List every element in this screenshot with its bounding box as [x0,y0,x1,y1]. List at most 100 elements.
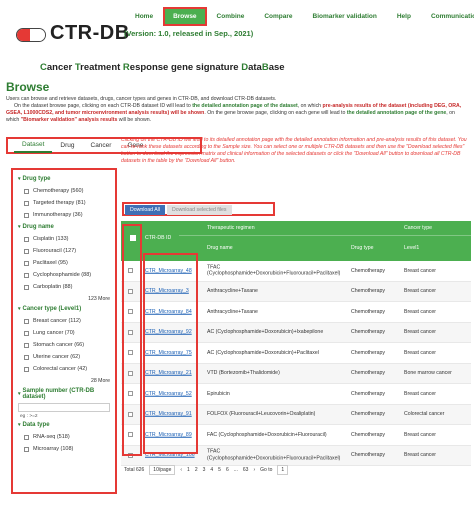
filter-option-label: Targeted therapy (81) [33,200,86,206]
page-number[interactable]: 2 [195,467,198,473]
cancer-type-cell: Breast cancer [404,308,437,315]
header-drug-type: Drug type [351,245,374,251]
nav-compare[interactable]: Compare [254,13,302,20]
chevron-down-icon: ▾ [18,176,21,182]
checkbox[interactable] [24,446,29,452]
filter-option[interactable]: Chemotherapy (560) [24,188,110,194]
chevron-down-icon: ▾ [18,422,21,428]
filter-option[interactable]: Targeted therapy (81) [24,200,110,206]
filter-option[interactable]: Colorectal cancer (42) [24,366,110,372]
filter-option[interactable]: Carboplatin (88) [24,284,110,290]
cancer-type-cell: Breast cancer [404,329,437,335]
filter-option[interactable]: Stomach cancer (66) [24,342,110,348]
checkbox[interactable] [24,200,29,206]
prev-page-icon[interactable]: ‹ [180,467,182,473]
filter-option-label: Immunotherapy (36) [33,212,83,218]
chevron-down-icon: ▾ [18,306,21,312]
checkbox[interactable] [24,284,29,290]
filter-option-label: RNA-seq (518) [33,434,70,440]
checkbox[interactable] [24,366,29,372]
checkbox[interactable] [24,342,29,348]
checkbox[interactable] [24,248,29,254]
filter-option[interactable]: Cyclophosphamide (88) [24,272,110,278]
filter-option[interactable]: Fluorouracil (127) [24,248,110,254]
checkbox[interactable] [24,188,29,194]
filter-group-sample-number[interactable]: ▾ Sample number (CTR-DB dataset) [18,388,110,400]
cancer-type-cell: Breast cancer [404,452,437,458]
drug-name-cell: TFAC (Cyclophosphamide+Doxorubicin+Fluor… [207,264,341,277]
drug-type-cell: Chemotherapy [351,267,386,274]
page-number[interactable]: 6 [226,467,229,473]
filter-group-drug-name[interactable]: ▾ Drug name [18,224,110,230]
page-number[interactable]: ... [234,467,238,473]
checkbox[interactable] [24,330,29,336]
filter-group-title: Cancer type (Level1) [22,306,82,312]
filter-sidebar: ▾ Drug type Chemotherapy (560) Targeted the… [11,168,117,494]
header-level1: Level1 [404,245,420,251]
sample-number-input[interactable] [18,403,110,412]
checkbox[interactable] [24,212,29,218]
download-buttons: Download All Download selected files [122,202,275,216]
filter-option[interactable]: Breast cancer (112) [24,318,110,324]
filter-group-cancer-type[interactable]: ▾ Cancer type (Level1) [18,306,110,312]
drug-name-cell: AC (Cyclophosphamide+Doxorubicin)+Paclit… [207,349,319,356]
filter-group-title: Data type [22,422,50,428]
tab-dataset[interactable]: Dataset [14,138,53,153]
more-link[interactable]: 28 More [18,378,110,384]
filter-option[interactable]: Cisplatin (133) [24,236,110,242]
more-link[interactable]: 123 More [18,296,110,302]
drug-type-cell: Chemotherapy [351,411,386,417]
pill-icon [16,28,46,42]
header-drug-name: Drug name [207,245,233,251]
checkbox[interactable] [24,236,29,242]
page-number[interactable]: 3 [203,467,206,473]
checkbox[interactable] [24,260,29,266]
nav-home[interactable]: Home [125,13,163,20]
drug-type-cell: Chemotherapy [351,329,386,335]
filter-option-label: Carboplatin (88) [33,284,73,290]
nav-communication[interactable]: Communication [421,13,474,20]
goto-label: Go to [260,467,273,473]
tab-drug[interactable]: Drug [52,139,82,152]
filter-option[interactable]: Paclitaxel (95) [24,260,110,266]
filter-option[interactable]: Immunotherapy (36) [24,212,110,218]
nav-help[interactable]: Help [387,13,421,20]
sample-number-hint: eg : >=2 [20,414,38,419]
tab-cancer[interactable]: Cancer [83,139,120,152]
filter-group-data-type[interactable]: ▾ Data type [18,422,110,428]
pagination: Total 626 10/page ‹ 1 2 3 4 5 6... 63 › Go to 1 [124,465,464,475]
page-number[interactable]: 4 [210,467,213,473]
checkbox[interactable] [24,318,29,324]
drug-name-cell: Anthracycline+Taxane [207,308,258,315]
filter-group-drug-type[interactable]: ▾ Drug type [18,176,110,182]
filter-option[interactable]: Microarray (108) [24,446,110,452]
chevron-down-icon: ▾ [18,391,21,397]
filter-option[interactable]: Lung cancer (70) [24,330,110,336]
page-number[interactable]: 1 [187,467,190,473]
filter-option[interactable]: Uterine cancer (62) [24,354,110,360]
nav-combine[interactable]: Combine [207,13,255,20]
cancer-type-cell: Breast cancer [404,390,437,397]
nav-biomarker-validation[interactable]: Biomarker validation [303,13,387,20]
header-id[interactable]: CTR-DB ID [145,235,171,241]
filter-group-title: Sample number (CTR-DB dataset) [22,388,95,400]
next-page-icon[interactable]: › [253,467,255,473]
page-number[interactable]: 63 [243,467,249,473]
checkbox[interactable] [24,434,29,440]
filter-option-label: Paclitaxel (95) [33,260,68,266]
drug-name-cell: TFAC (Cyclophosphamide+Doxorubicin+Fluor… [207,448,341,462]
download-all-button[interactable]: Download All [125,205,165,215]
checkbox[interactable] [24,354,29,360]
nav-browse[interactable]: Browse [163,6,207,26]
goto-input[interactable]: 1 [277,465,289,475]
page-title: Browse [6,80,50,94]
page-number[interactable]: 5 [218,467,221,473]
site-subtitle: Cancer Treatment Response gene signature… [40,62,285,73]
drug-type-cell: Chemotherapy [351,370,386,376]
checkbox[interactable] [24,272,29,278]
cancer-type-cell: Breast cancer [404,349,437,356]
filter-option[interactable]: RNA-seq (518) [24,434,110,440]
drug-name-cell: VTD (Bortezomib+Thalidomide) [207,370,280,376]
download-selected-button[interactable]: Download selected files [167,205,232,215]
page-size-select[interactable]: 10/page [149,465,176,475]
